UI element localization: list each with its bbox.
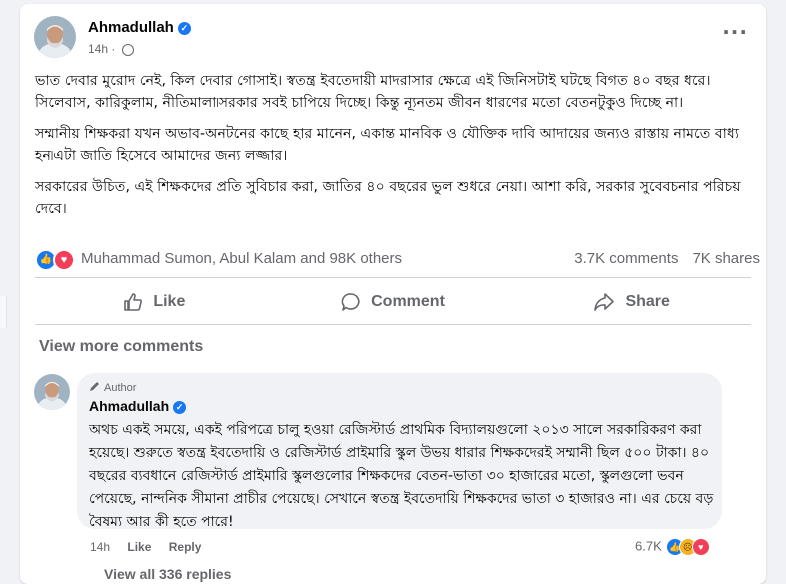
divider (35, 277, 751, 278)
comment-button-label: Comment (371, 293, 445, 310)
comment-time[interactable]: 14h (90, 540, 110, 554)
comment-author-name[interactable]: Ahmadullah ✓ (89, 398, 187, 414)
verified-badge-icon: ✓ (177, 21, 191, 35)
share-button-label: Share (625, 293, 670, 310)
share-icon (594, 293, 615, 311)
comment-icon (341, 293, 360, 311)
post-text: ভাত দেবার মুরোদ নেই, কিল দেবার গোসাই। স্… (35, 70, 760, 229)
comment-button[interactable]: Comment (274, 284, 513, 320)
more-options-icon[interactable]: ··· (722, 22, 748, 42)
comment-author-avatar[interactable] (34, 374, 70, 410)
reactors-list[interactable]: Muhammad Sumon, Abul Kalam and 98K other… (81, 250, 402, 267)
reactions-summary: 👍 ♥ Muhammad Sumon, Abul Kalam and 98K o… (35, 248, 760, 271)
love-reaction-icon: ♥ (53, 249, 75, 271)
comment-reply-button[interactable]: Reply (169, 540, 202, 554)
post-actions-bar: Like Comment Share (35, 284, 751, 320)
globe-icon (121, 43, 134, 56)
comment-reaction-count: 6.7K (635, 538, 662, 554)
author-avatar[interactable] (34, 16, 76, 58)
author-badge: Author (89, 380, 136, 394)
comments-count[interactable]: 3.7K comments (574, 250, 678, 267)
post-paragraph: সরকারের উচিত, এই শিক্ষকদের প্রতি সুবিচার… (35, 179, 741, 217)
view-replies-link[interactable]: View all 336 replies (104, 566, 231, 582)
comment-bubble: Author Ahmadullah ✓ অথচ একই সময়ে, একই পর… (77, 373, 722, 530)
like-button[interactable]: Like (35, 284, 274, 320)
comment-like-button[interactable]: Like (127, 540, 151, 554)
reaction-icons[interactable]: 👍 ♥ (35, 248, 77, 271)
comment-actions: 14h Like Reply (90, 540, 215, 554)
post-paragraph: সম্মানীয় শিক্ষকরা যখন অভাব-অনটনের কাছে … (35, 126, 739, 164)
thumbs-up-icon (124, 293, 143, 311)
post-meta: 14h · (88, 42, 134, 56)
post-paragraph: ভাত দেবার মুরোদ নেই, কিল দেবার গোসাই। স্… (35, 73, 711, 111)
shares-count[interactable]: 7K shares (692, 250, 760, 267)
comment-reactions[interactable]: 6.7K 👍 ☹ ♥ (635, 538, 710, 558)
pencil-icon (90, 382, 99, 391)
like-button-label: Like (153, 293, 186, 310)
post-author-name[interactable]: Ahmadullah ✓ (88, 19, 191, 36)
love-reaction-icon: ♥ (691, 538, 710, 556)
verified-badge-icon: ✓ (173, 400, 187, 414)
divider (35, 324, 751, 325)
post-time[interactable]: 14h (88, 42, 108, 56)
comment-author-text[interactable]: Ahmadullah (89, 398, 169, 414)
post-card: Ahmadullah ✓ 14h · ··· ভাত দেবার মুরোদ নে… (20, 4, 766, 584)
comment-text: অথচ একই সময়ে, একই পরিপত্রে চালু হওয়া র… (89, 422, 714, 530)
engagement-counts: 3.7K comments 7K shares (560, 250, 760, 267)
author-badge-label: Author (104, 382, 137, 394)
view-more-comments-link[interactable]: View more comments (39, 338, 203, 356)
side-panel-edge (0, 296, 7, 328)
share-button[interactable]: Share (512, 284, 751, 320)
post-author-text[interactable]: Ahmadullah (88, 19, 174, 36)
